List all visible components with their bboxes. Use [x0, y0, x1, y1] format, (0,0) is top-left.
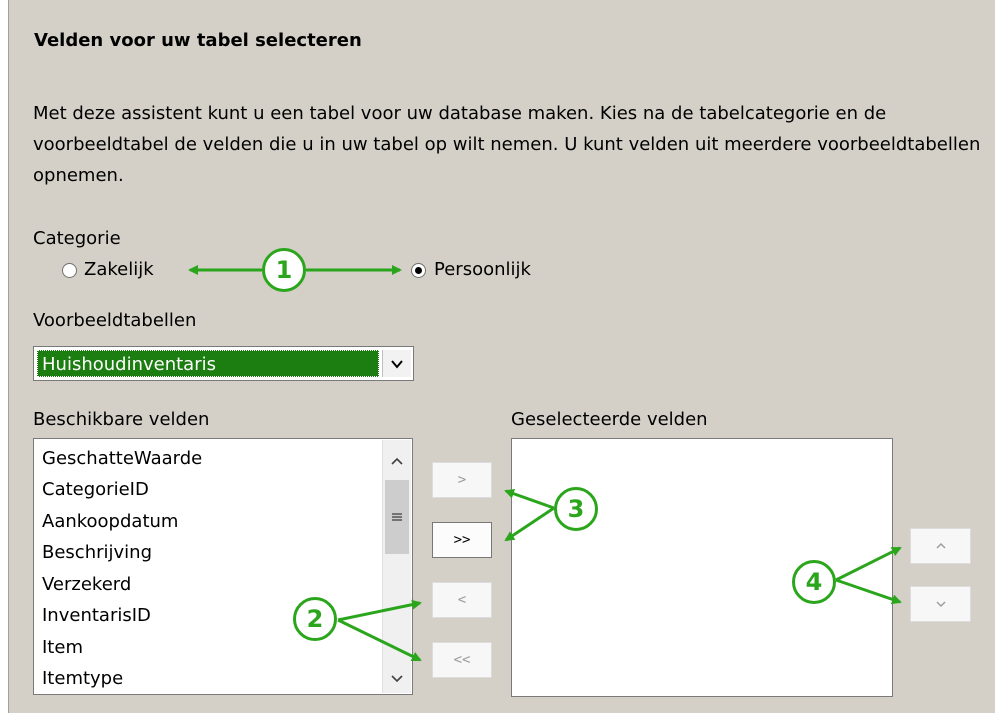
radio-circle-zakelijk[interactable] [62, 263, 77, 278]
chevron-up-icon[interactable] [383, 448, 411, 474]
callout-2: 2 [293, 597, 337, 641]
add-all-fields-button[interactable]: >> [432, 522, 492, 558]
list-item[interactable]: Beschrijving [42, 542, 152, 563]
chevron-up-icon [936, 543, 945, 549]
callout-1: 1 [262, 248, 306, 292]
selected-fields-list[interactable] [511, 438, 893, 697]
remove-field-button[interactable]: < [432, 582, 492, 618]
list-item[interactable]: Item [42, 637, 83, 658]
vertical-scrollbar[interactable] [382, 440, 411, 693]
list-item[interactable]: Verzekerd [42, 574, 131, 595]
radio-selected-dot [415, 267, 422, 274]
sample-tables-label: Voorbeeldtabellen [33, 310, 197, 331]
list-item[interactable]: CategorieID [42, 479, 149, 500]
list-item[interactable]: GeschatteWaarde [42, 448, 202, 469]
radio-label-persoonlijk[interactable]: Persoonlijk [434, 259, 531, 280]
radio-label-zakelijk[interactable]: Zakelijk [84, 259, 154, 280]
selected-fields-label: Geselecteerde velden [511, 409, 708, 430]
chevron-down-icon[interactable] [382, 350, 411, 377]
callout-3: 3 [554, 487, 598, 531]
radio-circle-persoonlijk[interactable] [411, 263, 426, 278]
list-item[interactable]: Itemtype [42, 668, 123, 689]
remove-all-fields-button[interactable]: << [432, 642, 492, 678]
list-item[interactable]: Aankoopdatum [42, 511, 178, 532]
sample-tables-dropdown[interactable]: Huishoudinventaris [33, 346, 414, 381]
category-label: Categorie [33, 228, 121, 249]
left-border [0, 0, 9, 713]
page-title: Velden voor uw tabel selecteren [34, 30, 362, 51]
move-down-button[interactable] [910, 586, 971, 622]
available-fields-label: Beschikbare velden [33, 409, 210, 430]
available-fields-list[interactable]: GeschatteWaarde CategorieID Aankoopdatum… [33, 438, 413, 695]
chevron-down-icon [936, 601, 945, 607]
description-text: Met deze assistent kunt u een tabel voor… [33, 103, 981, 186]
move-up-button[interactable] [910, 528, 971, 564]
scrollbar-thumb[interactable] [385, 480, 409, 554]
list-item[interactable]: InventarisID [42, 605, 151, 626]
add-field-button[interactable]: > [432, 462, 492, 498]
callout-4: 4 [792, 560, 836, 604]
sample-tables-selected[interactable]: Huishoudinventaris [37, 350, 379, 377]
chevron-down-icon[interactable] [383, 665, 411, 691]
